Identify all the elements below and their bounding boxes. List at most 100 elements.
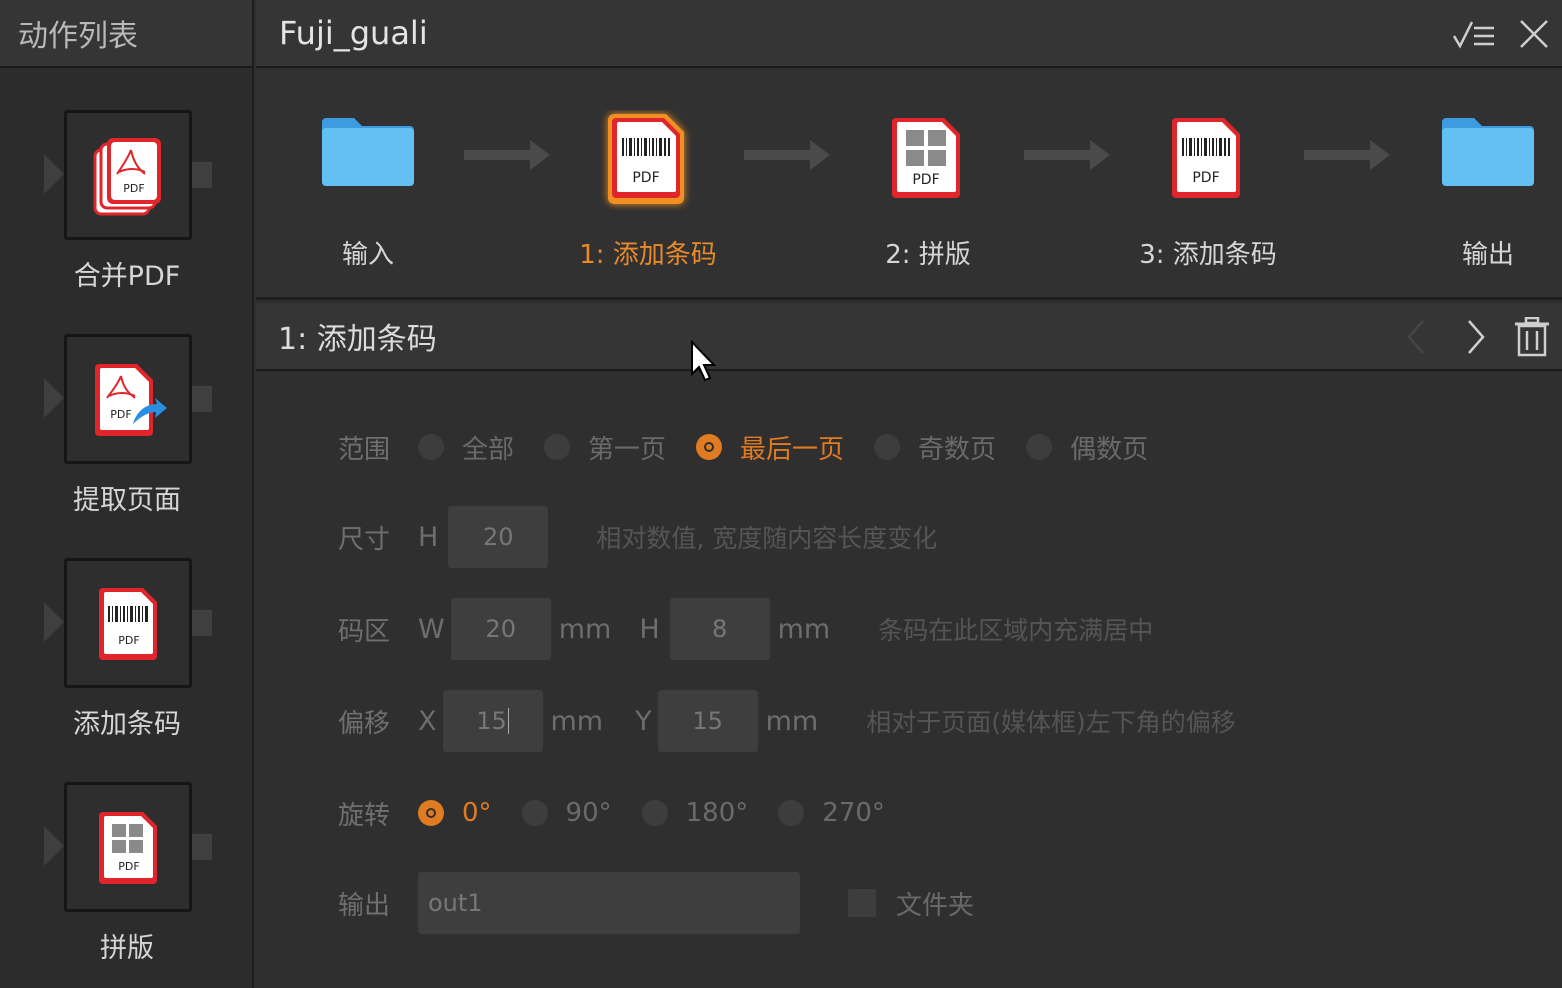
mouse-cursor-icon bbox=[691, 340, 716, 382]
svg-text:PDF: PDF bbox=[632, 170, 659, 186]
rotation-radio-180[interactable] bbox=[641, 800, 668, 826]
area-h-unit: mm bbox=[777, 613, 831, 645]
rotation-radio-0[interactable] bbox=[418, 800, 444, 826]
rotation-label: 旋转 bbox=[338, 800, 391, 831]
sidebar-title: 动作列表 bbox=[0, 0, 252, 68]
area-height-input[interactable]: 8 bbox=[669, 598, 770, 660]
flow-step-label: 输出 bbox=[1461, 240, 1514, 270]
rotation-radio-270[interactable] bbox=[778, 800, 805, 826]
flow-step-output[interactable]: 输出 bbox=[1388, 100, 1562, 280]
svg-text:PDF: PDF bbox=[110, 408, 131, 421]
delete-step-button[interactable] bbox=[1512, 317, 1552, 357]
range-radio-even-pages[interactable] bbox=[1026, 434, 1053, 460]
size-height-input[interactable]: 20 bbox=[448, 506, 549, 568]
next-step-button[interactable] bbox=[1456, 317, 1496, 357]
flow-step-1-add-barcode[interactable]: PDF 1: 添加条码 bbox=[548, 100, 748, 280]
svg-text:PDF: PDF bbox=[123, 182, 144, 195]
folder-checkbox[interactable] bbox=[848, 889, 876, 917]
output-port bbox=[192, 162, 212, 188]
range-label: 范围 bbox=[338, 434, 391, 465]
barcode-settings-form: 范围 全部 第一页 最后一页 奇数页 偶数页 尺寸 H 20 相对数值, 宽度随… bbox=[256, 373, 1562, 988]
area-w-unit: mm bbox=[558, 613, 612, 645]
offset-label: 偏移 bbox=[338, 708, 391, 739]
flow-step-2-imposition[interactable]: PDF 2: 拼版 bbox=[828, 100, 1028, 280]
workflow-flow: 输入 PDF 1: 添加条码 PDF 2: 拼版 PDF 3: 添加条码 输出 bbox=[256, 70, 1562, 300]
action-item-label: 拼版 bbox=[100, 933, 154, 964]
range-row: 范围 全部 第一页 最后一页 奇数页 偶数页 bbox=[338, 415, 1178, 479]
barcode-area-row: 码区 W 20 mm H 8 mm 条码在此区域内充满居中 bbox=[338, 597, 1153, 661]
close-button[interactable] bbox=[1512, 14, 1556, 54]
area-width-input[interactable]: 20 bbox=[450, 598, 551, 660]
flow-step-label: 3: 添加条码 bbox=[1139, 240, 1277, 270]
flow-arrow-icon bbox=[1024, 140, 1110, 170]
flow-step-input[interactable]: 输入 bbox=[268, 100, 468, 280]
range-option-label: 最后一页 bbox=[740, 434, 845, 465]
action-item-merge-pdf[interactable]: PDF 合并PDF bbox=[0, 110, 254, 334]
area-h-label: H bbox=[639, 613, 660, 645]
offset-x-label: X bbox=[418, 705, 437, 737]
input-port bbox=[44, 154, 64, 194]
input-port bbox=[44, 378, 64, 418]
rotation-radio-90[interactable] bbox=[521, 800, 548, 826]
imposition-pdf-icon: PDF bbox=[880, 110, 976, 214]
action-item-imposition[interactable]: PDF 拼版 bbox=[0, 782, 254, 988]
flow-step-3-add-barcode[interactable]: PDF 3: 添加条码 bbox=[1108, 100, 1308, 280]
flow-step-label: 2: 拼版 bbox=[885, 240, 971, 270]
step-detail-header: 1: 添加条码 bbox=[256, 303, 1562, 371]
range-option-label: 第一页 bbox=[588, 434, 667, 465]
barcode-pdf-icon: PDF bbox=[1160, 110, 1256, 214]
barcode-pdf-icon: PDF bbox=[600, 110, 696, 214]
offset-x-input[interactable]: 15 bbox=[442, 690, 543, 752]
flow-arrow-icon bbox=[744, 140, 830, 170]
input-port bbox=[44, 602, 64, 642]
range-radio-last-page[interactable] bbox=[696, 434, 723, 460]
area-hint: 条码在此区域内充满居中 bbox=[878, 616, 1154, 645]
folder-icon bbox=[1440, 110, 1536, 194]
range-radio-odd-pages[interactable] bbox=[874, 434, 901, 460]
action-item-extract-pages[interactable]: PDF 提取页面 bbox=[0, 334, 254, 558]
rotation-option-label: 0° bbox=[462, 798, 492, 828]
svg-text:PDF: PDF bbox=[1192, 170, 1219, 186]
imposition-pdf-icon: PDF bbox=[93, 810, 165, 886]
offset-y-unit: mm bbox=[765, 705, 819, 737]
area-label: 码区 bbox=[338, 616, 391, 647]
output-label: 输出 bbox=[338, 890, 391, 921]
folder-icon bbox=[320, 110, 416, 194]
size-hint: 相对数值, 宽度随内容长度变化 bbox=[596, 524, 938, 553]
previous-step-button[interactable] bbox=[1396, 317, 1436, 357]
offset-x-value: 15 bbox=[476, 707, 507, 735]
rotation-option-label: 90° bbox=[565, 798, 612, 828]
flow-step-label: 输入 bbox=[341, 240, 394, 270]
folder-checkbox-label: 文件夹 bbox=[896, 890, 975, 921]
svg-text:PDF: PDF bbox=[912, 172, 939, 188]
flow-arrow-icon bbox=[464, 140, 550, 170]
offset-y-input[interactable]: 15 bbox=[657, 690, 758, 752]
chevron-right-icon bbox=[1468, 320, 1485, 354]
workflow-editor: Fuji_guali 输入 PDF 1: 添加条码 PDF 2: 拼版 PDF … bbox=[256, 0, 1562, 988]
svg-text:PDF: PDF bbox=[118, 634, 139, 647]
text-caret bbox=[507, 708, 509, 734]
close-icon bbox=[1520, 20, 1548, 48]
step-detail-title: 1: 添加条码 bbox=[278, 322, 437, 357]
range-option-label: 偶数页 bbox=[1070, 434, 1149, 465]
size-label: 尺寸 bbox=[338, 524, 391, 555]
trash-icon bbox=[1515, 317, 1549, 357]
offset-row: 偏移 X 15 mm Y 15 mm 相对于页面(媒体框)左下角的偏移 bbox=[338, 689, 1236, 753]
range-radio-all[interactable] bbox=[418, 434, 444, 460]
size-row: 尺寸 H 20 相对数值, 宽度随内容长度变化 bbox=[338, 505, 937, 569]
checklist-button[interactable] bbox=[1452, 14, 1496, 54]
action-item-add-barcode[interactable]: PDF 添加条码 bbox=[0, 558, 254, 782]
input-port bbox=[44, 826, 64, 866]
output-name-input[interactable]: out1 bbox=[418, 872, 800, 934]
chevron-left-icon bbox=[1407, 320, 1424, 354]
workflow-title: Fuji_guali bbox=[279, 14, 428, 52]
range-option-label: 奇数页 bbox=[918, 434, 997, 465]
output-port bbox=[192, 610, 212, 636]
range-radio-first-page[interactable] bbox=[544, 434, 571, 460]
barcode-pdf-icon: PDF bbox=[93, 586, 165, 662]
flow-step-label: 1: 添加条码 bbox=[579, 240, 717, 270]
rotation-row: 旋转 0° 90° 180° 270° bbox=[338, 781, 915, 845]
area-w-label: W bbox=[418, 613, 445, 645]
output-port bbox=[192, 386, 212, 412]
size-h-label: H bbox=[418, 521, 439, 553]
